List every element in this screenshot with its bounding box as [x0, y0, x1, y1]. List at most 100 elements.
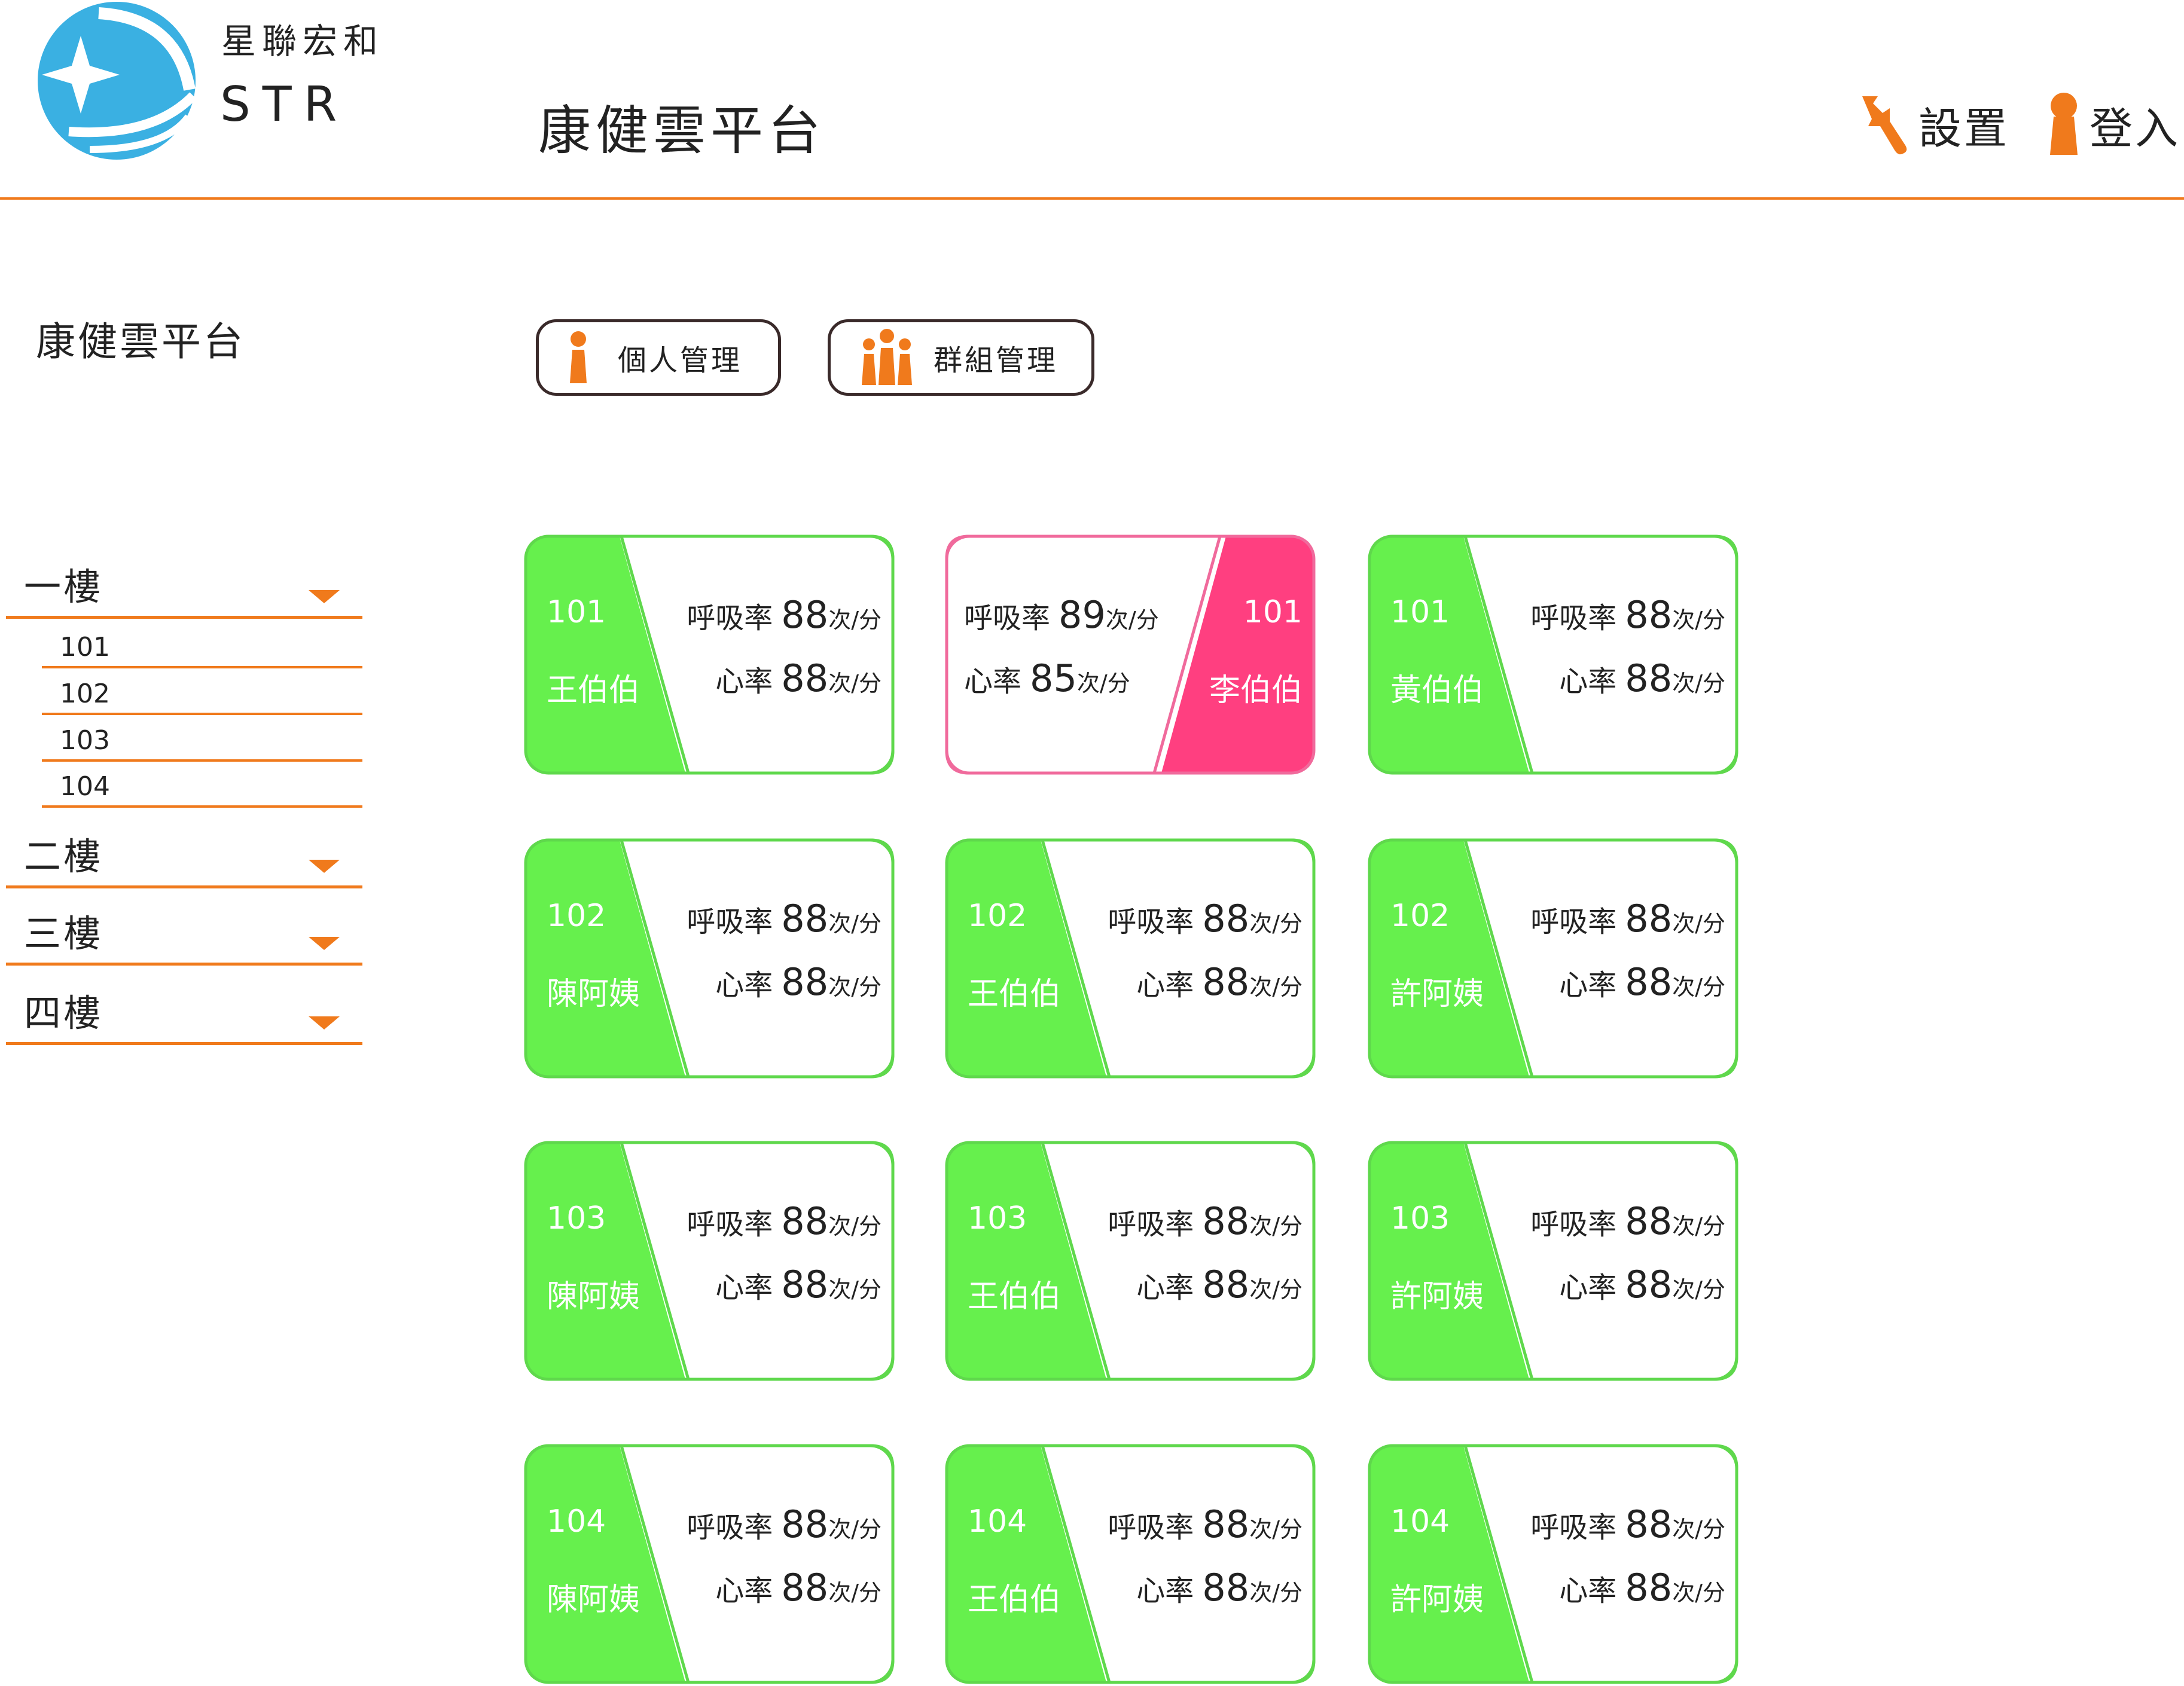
- group-management-label: 群組管理: [934, 344, 1059, 377]
- metric-value: 88: [781, 656, 829, 700]
- card-background: [1368, 1444, 1738, 1684]
- card-resident-name: 王伯伯: [968, 976, 1062, 1012]
- respiration-rate: 呼吸率 88 次/分: [1530, 593, 1725, 637]
- heart-rate: 心率 88 次/分: [1136, 1566, 1303, 1609]
- card-background: [1368, 1141, 1738, 1381]
- metric-unit: 次/分: [1672, 974, 1725, 1000]
- resident-card[interactable]: 103 陳阿姨 呼吸率 88 次/分 心率 88 次/分: [524, 1141, 895, 1381]
- room-divider: [42, 666, 362, 668]
- card-room-number: 104: [547, 1504, 606, 1540]
- resident-card[interactable]: 102 王伯伯 呼吸率 88 次/分 心率 88 次/分: [945, 838, 1316, 1079]
- heart-rate: 心率 88 次/分: [1559, 1566, 1725, 1609]
- resident-card[interactable]: 103 許阿姨 呼吸率 88 次/分 心率 88 次/分: [1368, 1141, 1738, 1381]
- metric-unit: 次/分: [1672, 607, 1725, 633]
- room-label: 102: [60, 679, 110, 709]
- metric-label: 呼吸率: [1530, 1208, 1617, 1241]
- metric-value: 88: [1625, 897, 1673, 940]
- resident-card[interactable]: 呼吸率 89 次/分 心率 85 次/分 101 李伯伯: [945, 534, 1316, 775]
- brand-name-en: STR: [220, 77, 349, 132]
- card-resident-name: 王伯伯: [968, 1582, 1062, 1618]
- personal-management-label: 個人管理: [618, 344, 743, 377]
- floor-label: 一樓: [24, 565, 103, 609]
- metric-unit: 次/分: [1672, 1213, 1725, 1239]
- sidebar-title: 康健雲平台: [36, 319, 245, 365]
- metric-unit: 次/分: [828, 974, 881, 1000]
- metric-label: 心率: [964, 665, 1022, 698]
- floor-3-toggle[interactable]: 三樓: [6, 912, 362, 966]
- metric-unit: 次/分: [1672, 1276, 1725, 1303]
- metric-value: 88: [781, 593, 829, 637]
- sidebar-room-103[interactable]: 103: [42, 719, 362, 762]
- metric-label: 心率: [1559, 969, 1617, 1002]
- card-room-number: 103: [968, 1201, 1027, 1236]
- metric-value: 88: [1202, 897, 1250, 940]
- card-resident-name: 許阿姨: [1390, 1582, 1484, 1618]
- card-background: [945, 838, 1316, 1079]
- respiration-rate: 呼吸率 89 次/分: [964, 593, 1159, 637]
- metric-value: 88: [1625, 960, 1673, 1004]
- floor-2-toggle[interactable]: 二樓: [6, 835, 362, 888]
- heart-rate: 心率 88 次/分: [715, 1263, 881, 1306]
- sidebar-room-102[interactable]: 102: [42, 672, 362, 715]
- card-room-number: 103: [547, 1201, 606, 1236]
- metric-label: 心率: [715, 665, 773, 698]
- respiration-rate: 呼吸率 88 次/分: [1108, 1199, 1303, 1243]
- resident-card[interactable]: 101 王伯伯 呼吸率 88 次/分 心率 88 次/分: [524, 534, 895, 775]
- metric-unit: 次/分: [828, 607, 881, 633]
- respiration-rate: 呼吸率 88 次/分: [1108, 1502, 1303, 1546]
- metric-label: 呼吸率: [1530, 1511, 1617, 1544]
- sidebar-room-104[interactable]: 104: [42, 765, 362, 808]
- card-background: [524, 534, 895, 775]
- sidebar-room-101[interactable]: 101: [42, 625, 362, 668]
- resident-card[interactable]: 102 陳阿姨 呼吸率 88 次/分 心率 88 次/分: [524, 838, 895, 1079]
- metric-value: 88: [1625, 593, 1673, 637]
- heart-rate: 心率 88 次/分: [1136, 1263, 1303, 1306]
- metric-value: 88: [1202, 1199, 1250, 1243]
- login-button[interactable]: 登入: [2043, 88, 2180, 160]
- floor-4-toggle[interactable]: 四樓: [6, 991, 362, 1045]
- metric-unit: 次/分: [1672, 911, 1725, 937]
- metric-value: 88: [781, 1263, 829, 1306]
- metric-unit: 次/分: [1672, 1580, 1725, 1606]
- card-room-number: 101: [547, 594, 606, 630]
- person-icon: [570, 331, 587, 383]
- metric-label: 呼吸率: [1530, 601, 1617, 635]
- card-room-number: 104: [1390, 1504, 1450, 1540]
- resident-card[interactable]: 104 陳阿姨 呼吸率 88 次/分 心率 88 次/分: [524, 1444, 895, 1684]
- personal-management-button[interactable]: 個人管理: [536, 319, 781, 396]
- floor-label: 三樓: [24, 912, 103, 955]
- metric-label: 心率: [715, 1271, 773, 1305]
- metric-value: 88: [781, 1566, 829, 1609]
- metric-unit: 次/分: [1249, 974, 1303, 1000]
- heart-rate: 心率 88 次/分: [715, 1566, 881, 1609]
- heart-rate: 心率 88 次/分: [1136, 960, 1303, 1004]
- card-room-number: 102: [1390, 898, 1450, 934]
- group-management-button[interactable]: 群組管理: [828, 319, 1094, 396]
- respiration-rate: 呼吸率 88 次/分: [1530, 1502, 1725, 1546]
- card-background: [524, 838, 895, 1079]
- metric-label: 呼吸率: [1108, 1511, 1194, 1544]
- card-resident-name: 許阿姨: [1390, 976, 1484, 1012]
- metric-unit: 次/分: [1105, 607, 1159, 633]
- metric-unit: 次/分: [828, 670, 881, 697]
- heart-rate: 心率 88 次/分: [1559, 656, 1725, 700]
- respiration-rate: 呼吸率 88 次/分: [1530, 897, 1725, 940]
- metric-label: 呼吸率: [687, 1511, 773, 1544]
- resident-card[interactable]: 104 許阿姨 呼吸率 88 次/分心率 88 次/分: [1368, 1444, 1738, 1684]
- metric-value: 88: [1202, 960, 1250, 1004]
- metric-label: 心率: [1136, 1574, 1194, 1608]
- metric-value: 88: [781, 1502, 829, 1546]
- metric-label: 呼吸率: [1108, 1208, 1194, 1241]
- card-resident-name: 王伯伯: [968, 1279, 1062, 1315]
- card-background: [524, 1444, 895, 1684]
- heart-rate: 心率 88 次/分: [715, 656, 881, 700]
- heart-rate: 心率 85 次/分: [964, 656, 1130, 700]
- resident-card[interactable]: 102 許阿姨 呼吸率 88 次/分 心率 88 次/分: [1368, 838, 1738, 1079]
- resident-card[interactable]: 101 黃伯伯 呼吸率 88 次/分 心率 88 次/分: [1368, 534, 1738, 775]
- card-resident-name: 陳阿姨: [547, 1279, 640, 1315]
- resident-card[interactable]: 103 王伯伯 呼吸率 88 次/分心率 88 次/分: [945, 1141, 1316, 1381]
- settings-button[interactable]: 設置: [1854, 88, 2009, 160]
- floor-1-toggle[interactable]: 一樓: [6, 565, 362, 619]
- metric-unit: 次/分: [1249, 911, 1303, 937]
- resident-card[interactable]: 104 王伯伯 呼吸率 88 次/分 心率 88 次/分: [945, 1444, 1316, 1684]
